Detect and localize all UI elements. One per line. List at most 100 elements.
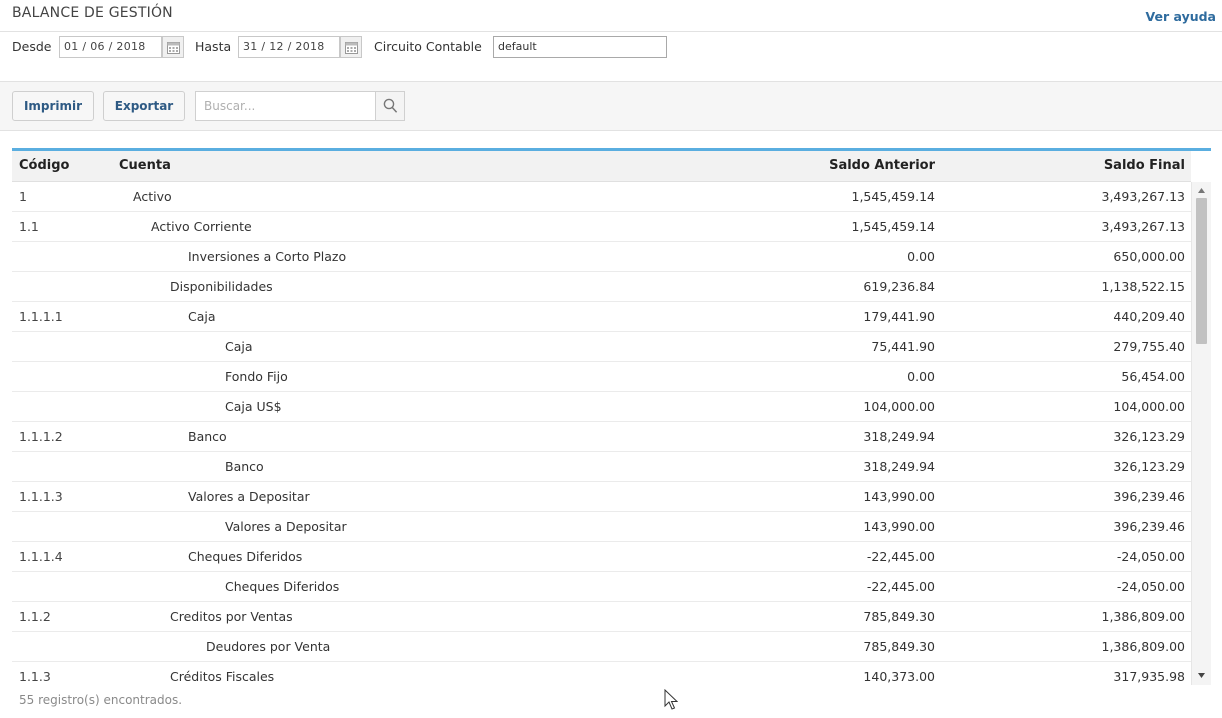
row-prev-balance: 140,373.00: [863, 669, 935, 684]
row-code: 1.1.3: [19, 669, 51, 684]
from-date-input[interactable]: 01 / 06 / 2018: [59, 36, 162, 58]
record-count-status: 55 registro(s) encontrados.: [19, 693, 183, 707]
row-prev-balance: 104,000.00: [863, 399, 935, 414]
row-prev-balance: 1,545,459.14: [851, 219, 936, 234]
row-prev-balance: 179,441.90: [863, 309, 935, 324]
table-row[interactable]: Disponibilidades 619,236.84 1,138,522.15: [12, 272, 1191, 302]
row-final-balance: 396,239.46: [1113, 489, 1185, 504]
table-row[interactable]: Fondo Fijo 0.00 56,454.00: [12, 362, 1191, 392]
row-final-balance: 1,386,809.00: [1101, 609, 1186, 624]
table-row[interactable]: Inversiones a Corto Plazo 0.00 650,000.00: [12, 242, 1191, 272]
scroll-down-arrow[interactable]: [1192, 669, 1211, 683]
row-account-name: Cheques Diferidos: [188, 549, 303, 564]
row-prev-balance: 318,249.94: [863, 459, 935, 474]
table-body: 1 Activo 1,545,459.14 3,493,267.13 1.1 Activo…: [12, 182, 1191, 685]
search-button[interactable]: [375, 91, 405, 121]
table-row[interactable]: 1.1.1.1 Caja 179,441.90 440,209.40: [12, 302, 1191, 332]
circuit-label: Circuito Contable: [374, 39, 482, 54]
row-account-name: Caja US$: [225, 399, 282, 414]
table-row[interactable]: Caja US$ 104,000.00 104,000.00: [12, 392, 1191, 422]
column-header-final-balance[interactable]: Saldo Final: [1104, 158, 1185, 173]
table-row[interactable]: Deudores por Venta 785,849.30 1,386,809.00: [12, 632, 1191, 662]
circuit-input[interactable]: default: [493, 36, 667, 58]
row-code: 1: [19, 189, 27, 204]
mouse-cursor-icon: [664, 689, 678, 710]
table-row[interactable]: Banco 318,249.94 326,123.29: [12, 452, 1191, 482]
print-button[interactable]: Imprimir: [12, 91, 94, 121]
from-date-calendar-button[interactable]: [162, 36, 184, 58]
row-prev-balance: 1,545,459.14: [851, 189, 936, 204]
row-code: 1.1: [19, 219, 39, 234]
row-code: 1.1.1.4: [19, 549, 63, 564]
row-final-balance: -24,050.00: [1116, 549, 1185, 564]
toolbar: Imprimir Exportar Buscar...: [0, 81, 1222, 131]
vertical-scrollbar[interactable]: [1191, 182, 1211, 685]
export-button[interactable]: Exportar: [103, 91, 185, 121]
row-account-name: Créditos Fiscales: [170, 669, 275, 684]
table-row[interactable]: Cheques Diferidos -22,445.00 -24,050.00: [12, 572, 1191, 602]
row-account-name: Deudores por Venta: [206, 639, 331, 654]
row-final-balance: 1,138,522.15: [1101, 279, 1186, 294]
row-final-balance: 1,386,809.00: [1101, 639, 1186, 654]
row-account-name: Banco: [188, 429, 227, 444]
row-code: 1.1.2: [19, 609, 51, 624]
row-account-name: Caja: [188, 309, 216, 324]
row-final-balance: 326,123.29: [1113, 459, 1185, 474]
row-account-name: Inversiones a Corto Plazo: [188, 249, 347, 264]
row-prev-balance: 318,249.94: [863, 429, 935, 444]
row-prev-balance: 619,236.84: [863, 279, 935, 294]
row-account-name: Valores a Depositar: [188, 489, 310, 504]
row-final-balance: 396,239.46: [1113, 519, 1185, 534]
calendar-icon: [167, 42, 180, 54]
scroll-up-arrow[interactable]: [1192, 184, 1211, 198]
arrow-up-icon: [1198, 188, 1205, 193]
column-header-code[interactable]: Código: [19, 158, 69, 173]
to-date-label: Hasta: [195, 39, 232, 54]
row-code: 1.1.1.2: [19, 429, 63, 444]
row-prev-balance: 785,849.30: [863, 639, 935, 654]
table-row[interactable]: 1.1.1.2 Banco 318,249.94 326,123.29: [12, 422, 1191, 452]
search-icon: [383, 98, 398, 113]
row-account-name: Activo: [133, 189, 172, 204]
row-final-balance: 440,209.40: [1113, 309, 1185, 324]
row-prev-balance: 75,441.90: [871, 339, 935, 354]
to-date-calendar-button[interactable]: [340, 36, 362, 58]
table-header: Código Cuenta Saldo Anterior Saldo Final: [12, 151, 1191, 182]
row-final-balance: 3,493,267.13: [1101, 219, 1186, 234]
calendar-icon: [345, 42, 358, 54]
scrollbar-thumb[interactable]: [1196, 198, 1207, 344]
balance-table: Código Cuenta Saldo Anterior Saldo Final…: [12, 148, 1211, 685]
help-link[interactable]: Ver ayuda: [1146, 9, 1216, 24]
row-prev-balance: -22,445.00: [866, 579, 935, 594]
column-header-account[interactable]: Cuenta: [119, 158, 171, 173]
table-row[interactable]: 1.1.1.3 Valores a Depositar 143,990.00 396,…: [12, 482, 1191, 512]
row-account-name: Cheques Diferidos: [225, 579, 340, 594]
column-header-prev-balance[interactable]: Saldo Anterior: [829, 158, 935, 173]
row-account-name: Fondo Fijo: [225, 369, 288, 384]
table-row[interactable]: 1.1.3 Créditos Fiscales 140,373.00 317,935.…: [12, 662, 1191, 685]
to-date-input[interactable]: 31 / 12 / 2018: [238, 36, 340, 58]
row-final-balance: 317,935.98: [1113, 669, 1185, 684]
row-final-balance: 326,123.29: [1113, 429, 1185, 444]
row-prev-balance: -22,445.00: [866, 549, 935, 564]
table-row[interactable]: 1.1.2 Creditos por Ventas 785,849.30 1,386,…: [12, 602, 1191, 632]
row-prev-balance: 143,990.00: [863, 519, 935, 534]
search-input[interactable]: Buscar...: [195, 91, 375, 121]
title-bar: BALANCE DE GESTIÓN Ver ayuda: [0, 0, 1222, 32]
table-row[interactable]: Caja 75,441.90 279,755.40: [12, 332, 1191, 362]
row-account-name: Activo Corriente: [151, 219, 252, 234]
row-prev-balance: 0.00: [907, 249, 935, 264]
from-date-label: Desde: [12, 39, 52, 54]
row-final-balance: 650,000.00: [1113, 249, 1185, 264]
table-row[interactable]: Valores a Depositar 143,990.00 396,239.46: [12, 512, 1191, 542]
page-title: BALANCE DE GESTIÓN: [12, 5, 173, 21]
table-row[interactable]: 1 Activo 1,545,459.14 3,493,267.13: [12, 182, 1191, 212]
table-row[interactable]: 1.1 Activo Corriente 1,545,459.14 3,493,267…: [12, 212, 1191, 242]
row-prev-balance: 143,990.00: [863, 489, 935, 504]
row-final-balance: 56,454.00: [1121, 369, 1185, 384]
table-row[interactable]: 1.1.1.4 Cheques Diferidos -22,445.00 -24,05…: [12, 542, 1191, 572]
row-final-balance: 279,755.40: [1113, 339, 1185, 354]
arrow-down-icon: [1198, 673, 1205, 678]
row-account-name: Caja: [225, 339, 253, 354]
row-account-name: Creditos por Ventas: [170, 609, 293, 624]
